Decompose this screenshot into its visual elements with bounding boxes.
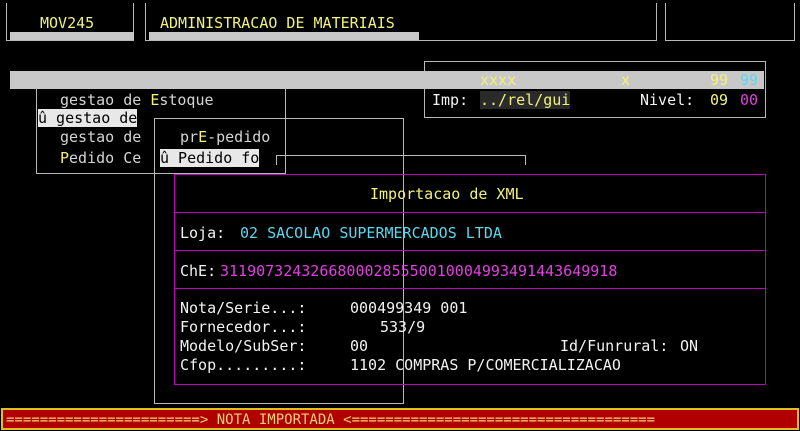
dialog-separator-1 <box>174 212 766 213</box>
che-value: 3119073243266800028555001000499349144364… <box>220 262 618 280</box>
nivel-left: 09 <box>710 91 729 109</box>
imp-value: ../rel/gui <box>480 91 571 109</box>
funrural-label: Id/Funrural: <box>560 337 669 355</box>
menu-item-gestao-selected[interactable]: û gestao de <box>38 109 138 127</box>
menu-item-estoque[interactable]: gestao de Estoque <box>60 91 214 109</box>
status-code-left: 99 <box>710 71 729 89</box>
info-panel <box>424 61 766 118</box>
modelo-value: 00 <box>350 337 369 355</box>
top-right-frame <box>665 3 795 41</box>
imp-label: Imp: <box>432 91 469 109</box>
system-title-bar <box>149 32 419 40</box>
nivel-right: 00 <box>740 91 759 109</box>
menu-item-pedido-ce[interactable]: Pedido Ce <box>60 149 141 167</box>
fornecedor-value: 533/9 <box>380 318 426 336</box>
program-code-bar <box>10 32 134 40</box>
dialog-separator-2 <box>174 250 766 251</box>
submenu-item-pre-pedido[interactable]: prE-pedido <box>180 128 270 146</box>
che-label: ChE: <box>180 262 217 280</box>
cfop-value: 1102 COMPRAS P/COMERCIALIZACAO <box>350 356 621 374</box>
program-code: MOV245 <box>40 14 95 32</box>
menu-item-gestao[interactable]: gestao de <box>60 128 141 146</box>
submenu-item-pedido-fo[interactable]: û Pedido fo <box>160 149 260 167</box>
dialog-separator-3 <box>174 288 766 289</box>
nota-label: Nota/Serie...: <box>180 299 307 317</box>
submenu-inner-frame <box>276 155 526 165</box>
modelo-label: Modelo/SubSer: <box>180 337 307 355</box>
loja-value: 02 SACOLAO SUPERMERCADOS LTDA <box>240 224 502 242</box>
status-bar <box>10 71 764 89</box>
system-title: ADMINISTRACAO DE MATERIAIS <box>160 14 395 32</box>
funrural-value: ON <box>680 337 699 355</box>
fornecedor-label: Fornecedor...: <box>180 318 307 336</box>
cfop-label: Cfop.........: <box>180 356 307 374</box>
nota-value: 000499349 001 <box>350 299 468 317</box>
loja-label: Loja: <box>180 224 226 242</box>
nivel-label: Nivel: <box>640 91 695 109</box>
status-field-2: x <box>621 71 631 89</box>
status-code-right: 99 <box>740 71 759 89</box>
dialog-title: Importacao de XML <box>370 185 524 203</box>
footer-message: =======================> NOTA IMPORTADA … <box>6 412 656 428</box>
status-field-1: xxxx <box>480 71 517 89</box>
